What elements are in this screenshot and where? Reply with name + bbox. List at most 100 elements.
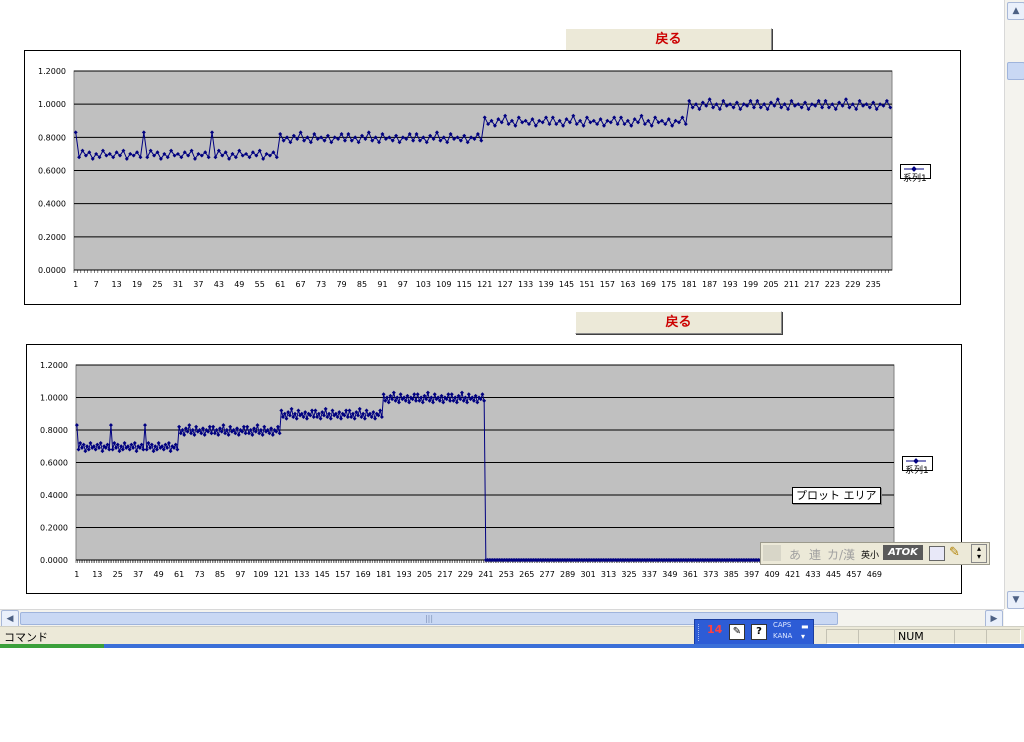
x-tick-label: 265 xyxy=(519,570,534,579)
y-tick-label: 1.2000 xyxy=(40,361,68,370)
x-tick-label: 193 xyxy=(396,570,411,579)
atok-tool-icon[interactable]: ✎ xyxy=(949,545,960,560)
x-tick-label: 187 xyxy=(702,280,717,289)
x-tick-label: 67 xyxy=(296,280,306,289)
x-tick-label: 157 xyxy=(600,280,615,289)
x-tick-label: 301 xyxy=(580,570,595,579)
chart-1-svg: 0.0000 0.2000 0.4000 0.6000 0.8000 1.0000 1.20… xyxy=(38,67,893,289)
x-tick-label: 49 xyxy=(234,280,244,289)
num-lock-indicator: NUM xyxy=(894,629,955,644)
chart-1[interactable]: 0.0000 0.2000 0.4000 0.6000 0.8000 1.0000 1.20… xyxy=(24,50,961,305)
x-tick-label: 37 xyxy=(133,570,143,579)
chart-1-legend[interactable]: 系列1 xyxy=(900,164,931,184)
scroll-down-icon[interactable]: ▼ xyxy=(1007,591,1024,609)
status-panel xyxy=(858,629,895,644)
x-tick-label: 25 xyxy=(152,280,162,289)
y-tick-label: 0.6000 xyxy=(40,459,68,468)
ime-mode-icon[interactable]: 14 xyxy=(707,623,722,636)
x-tick-label: 241 xyxy=(478,570,493,579)
y-tick-label: 0.6000 xyxy=(38,167,66,176)
x-tick-label: 253 xyxy=(499,570,514,579)
y-tick-label: 0.0000 xyxy=(38,266,66,275)
x-tick-label: 139 xyxy=(538,280,553,289)
options-chevron-down-icon[interactable]: ▾ xyxy=(801,632,805,641)
y-tick-label: 0.0000 xyxy=(40,556,68,565)
x-tick-label: 445 xyxy=(826,570,841,579)
vertical-scrollbar[interactable]: ▲ ▼ xyxy=(1004,0,1024,609)
x-tick-label: 157 xyxy=(335,570,350,579)
drag-handle-icon[interactable] xyxy=(698,624,702,641)
back-button[interactable]: 戻る xyxy=(575,311,782,334)
atok-menu-icon[interactable] xyxy=(929,546,945,561)
x-tick-label: 163 xyxy=(620,280,635,289)
x-tick-label: 97 xyxy=(398,280,408,289)
atok-hiragana-mode[interactable]: あ xyxy=(789,546,801,563)
legend-line-marker-icon xyxy=(906,458,926,464)
x-tick-label: 409 xyxy=(765,570,780,579)
atok-toolbar[interactable]: あ 連 カ/漢 英小 ATOK ✎ ▴ ▾ xyxy=(760,542,990,565)
x-tick-label: 289 xyxy=(560,570,575,579)
x-tick-label: 115 xyxy=(457,280,472,289)
horizontal-scrollbar[interactable]: ◀ ||| ▶ xyxy=(0,609,1004,628)
x-tick-label: 181 xyxy=(682,280,697,289)
x-tick-label: 175 xyxy=(661,280,676,289)
x-tick-label: 217 xyxy=(437,570,452,579)
x-tick-label: 109 xyxy=(436,280,451,289)
x-tick-label: 313 xyxy=(601,570,616,579)
plot-area-tooltip: プロット エリア xyxy=(792,487,881,504)
x-tick-label: 37 xyxy=(193,280,203,289)
x-tick-label: 223 xyxy=(825,280,840,289)
x-tick-label: 385 xyxy=(724,570,739,579)
x-tick-label: 1 xyxy=(74,570,79,579)
start-button-edge xyxy=(0,644,104,648)
x-tick-label: 169 xyxy=(641,280,656,289)
back-button[interactable]: 戻る xyxy=(565,28,772,51)
y-tick-label: 1.0000 xyxy=(40,394,68,403)
drag-handle-icon[interactable] xyxy=(763,545,781,561)
status-text: コマンド xyxy=(4,631,48,644)
x-tick-label: 457 xyxy=(846,570,861,579)
y-tick-label: 0.2000 xyxy=(38,233,66,242)
atok-kana-kanji-mode[interactable]: カ/漢 xyxy=(827,546,855,563)
x-tick-label: 337 xyxy=(642,570,657,579)
x-tick-label: 61 xyxy=(174,570,184,579)
x-tick-label: 421 xyxy=(785,570,800,579)
chart-2-legend[interactable]: 系列1 xyxy=(902,456,933,476)
x-tick-label: 127 xyxy=(498,280,513,289)
y-tick-label: 0.4000 xyxy=(40,491,68,500)
x-tick-label: 217 xyxy=(804,280,819,289)
help-icon[interactable]: ? xyxy=(751,624,767,640)
x-tick-label: 193 xyxy=(722,280,737,289)
y-tick-label: 1.0000 xyxy=(38,100,66,109)
x-tick-label: 121 xyxy=(274,570,289,579)
minimize-icon[interactable]: ▬ xyxy=(801,622,809,631)
status-panel xyxy=(826,629,859,644)
scroll-up-icon[interactable]: ▲ xyxy=(1007,2,1024,20)
ime-language-bar[interactable]: 14 ✎ ? CAPS KANA ▬ ▾ xyxy=(694,619,814,646)
x-tick-label: 325 xyxy=(621,570,636,579)
x-tick-label: 133 xyxy=(518,280,533,289)
atok-ren-mode[interactable]: 連 xyxy=(809,546,821,563)
x-tick-label: 73 xyxy=(194,570,204,579)
x-tick-label: 103 xyxy=(416,280,431,289)
x-tick-label: 373 xyxy=(703,570,718,579)
x-tick-label: 13 xyxy=(112,280,122,289)
x-tick-label: 205 xyxy=(763,280,778,289)
y-tick-label: 1.2000 xyxy=(38,67,66,76)
x-tick-label: 49 xyxy=(154,570,164,579)
ime-pad-icon[interactable]: ✎ xyxy=(729,624,745,640)
atok-logo[interactable]: ATOK xyxy=(883,545,923,560)
kana-indicator: KANA xyxy=(773,632,793,640)
x-tick-label: 7 xyxy=(94,280,99,289)
atok-eisho-mode[interactable]: 英小 xyxy=(861,548,879,561)
worksheet: 戻る 0.0000 0.2000 0.4000 0.6000 0.8000 1.0000 1… xyxy=(0,0,1004,609)
x-tick-label: 25 xyxy=(113,570,123,579)
x-tick-label: 361 xyxy=(683,570,698,579)
taskbar-edge xyxy=(0,644,1024,648)
status-panel xyxy=(986,629,1021,644)
vertical-scroll-thumb[interactable] xyxy=(1007,62,1024,80)
x-tick-label: 133 xyxy=(294,570,309,579)
x-tick-label: 229 xyxy=(845,280,860,289)
x-tick-label: 169 xyxy=(356,570,371,579)
atok-arrow-icon[interactable]: ▴ ▾ xyxy=(971,544,987,563)
